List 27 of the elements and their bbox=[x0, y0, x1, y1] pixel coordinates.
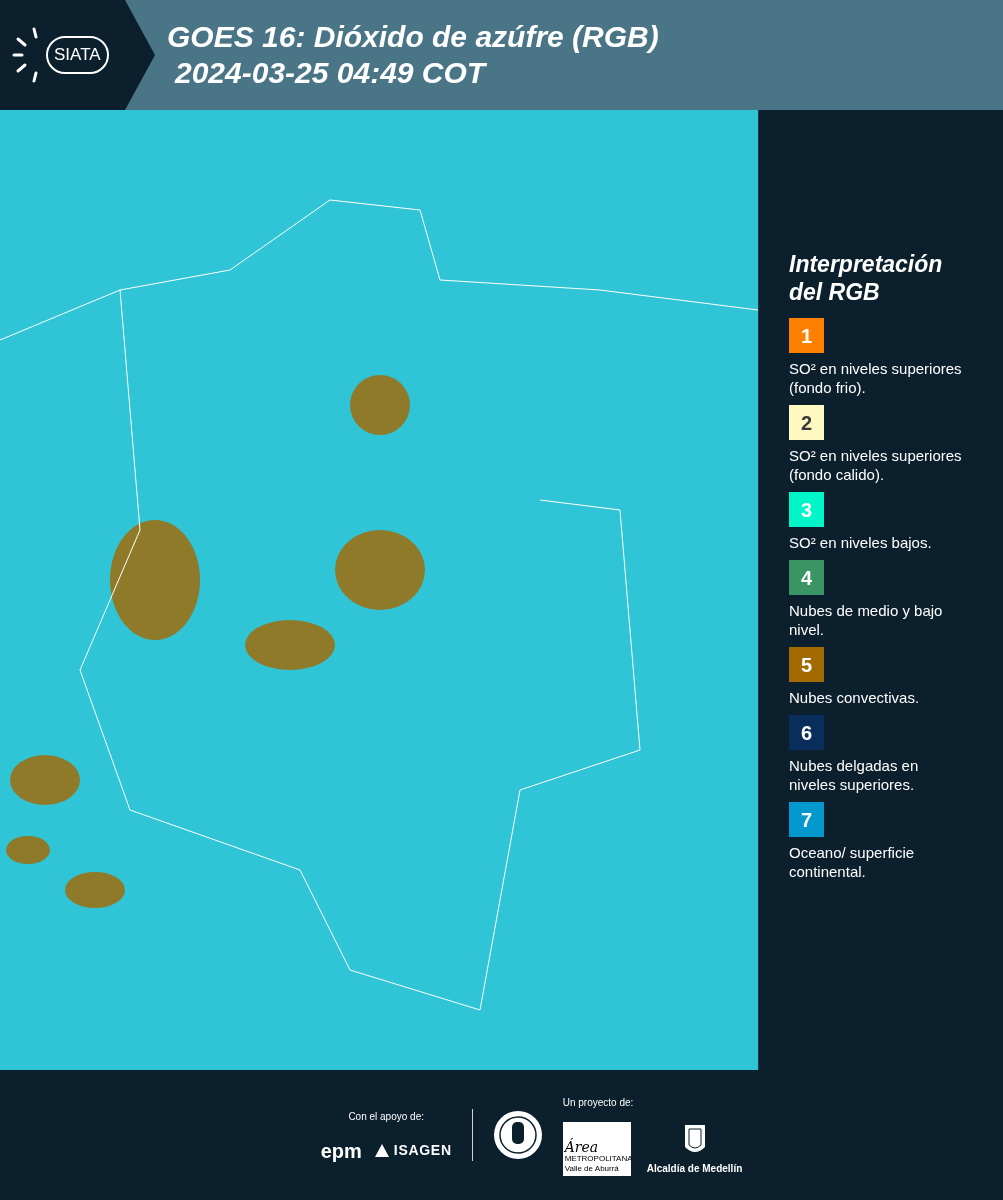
legend-label: Oceano/ superficie continental. bbox=[789, 843, 916, 881]
legend-title: Interpretación del RGB bbox=[789, 250, 944, 306]
map-title: GOES 16: Dióxido de azúfre (RGB) bbox=[167, 19, 659, 55]
isagen-logo: ISAGEN bbox=[393, 1141, 452, 1160]
legend-label: SO² en niveles bajos. bbox=[789, 533, 933, 552]
legend-label: SO² en niveles superiores (fondo calido). bbox=[789, 446, 963, 484]
legend-swatch: 5 bbox=[789, 647, 824, 682]
legend-swatch: 2 bbox=[789, 405, 824, 440]
legend-swatch: 1 bbox=[789, 318, 824, 353]
area-logo-sub2: Valle de Aburrá bbox=[564, 1163, 620, 1174]
support-label: Con el apoyo de: bbox=[348, 1110, 424, 1124]
legend-label: Nubes delgadas en niveles superiores. bbox=[789, 756, 920, 794]
project-label: Un proyecto de: bbox=[562, 1095, 635, 1110]
legend-swatch: 3 bbox=[789, 492, 824, 527]
epm-logo: epm bbox=[320, 1140, 362, 1161]
area-logo-text: Área bbox=[564, 1139, 600, 1154]
legend-swatch: 6 bbox=[789, 715, 824, 750]
alcaldia-logo-text: Alcaldía de Medellín bbox=[646, 1161, 743, 1176]
legend-swatch: 4 bbox=[789, 560, 824, 595]
triangle-logo-icon bbox=[373, 1142, 390, 1159]
legend-label: SO² en niveles superiores (fondo frio). bbox=[789, 359, 963, 397]
logo-text: SIATA bbox=[46, 36, 109, 74]
seal-logo-icon bbox=[492, 1110, 543, 1160]
legend-swatch: 7 bbox=[789, 802, 824, 837]
legend-label: Nubes convectivas. bbox=[789, 688, 921, 707]
map-timestamp: 2024-03-25 04:49 COT bbox=[173, 55, 488, 91]
legend-label: Nubes de medio y bajo nivel. bbox=[789, 601, 944, 639]
